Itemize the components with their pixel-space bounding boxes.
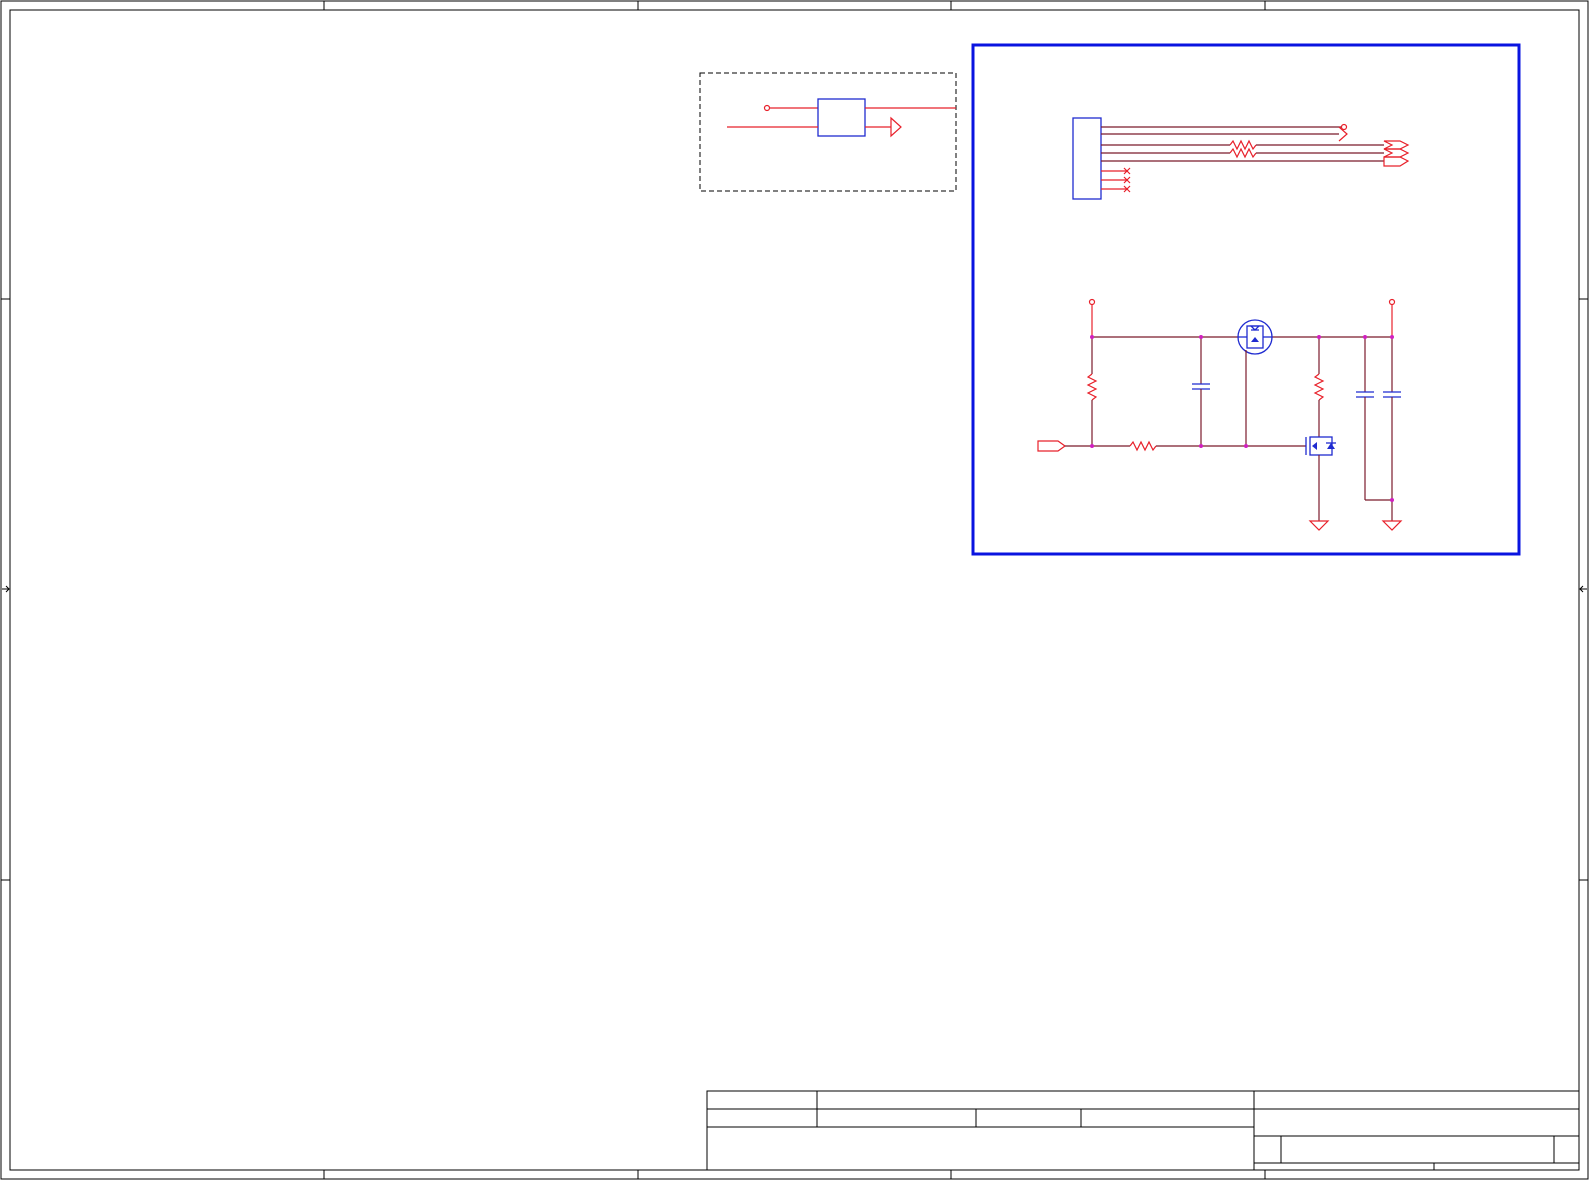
power-port-icon xyxy=(763,104,771,112)
component-block xyxy=(817,98,866,137)
ground-icon xyxy=(1381,520,1403,531)
connector-block xyxy=(1072,117,1102,200)
capacitor xyxy=(1356,391,1374,398)
n-mosfet xyxy=(1305,436,1336,521)
capacitor xyxy=(1192,383,1210,390)
schematic-sheet xyxy=(0,0,1589,1180)
drawing-frame xyxy=(0,0,1589,1180)
p-mosfet xyxy=(1237,319,1273,446)
bidir-port-icon xyxy=(1383,140,1410,150)
resistor-icon xyxy=(1086,373,1098,401)
power-port-icon xyxy=(1388,298,1396,306)
power-port-icon xyxy=(1340,123,1348,131)
capacitor xyxy=(1383,391,1401,398)
resistor-icon xyxy=(1313,373,1325,401)
power-switch-section xyxy=(1037,298,1403,531)
bidir-port-icon xyxy=(1383,148,1410,158)
ground-icon xyxy=(1308,520,1330,531)
power-port-icon xyxy=(1088,298,1096,306)
circuit-region xyxy=(971,43,1521,556)
title-block xyxy=(706,1090,1580,1171)
output-port-icon xyxy=(1383,156,1410,167)
connector-section xyxy=(1072,117,1410,200)
resistor-icon xyxy=(1229,139,1257,151)
resistor-icon xyxy=(1129,440,1157,452)
resistor-icon xyxy=(1229,147,1257,159)
output-port-icon xyxy=(890,116,902,138)
dashed-subcircuit xyxy=(699,72,957,192)
input-port-icon xyxy=(1037,440,1067,452)
